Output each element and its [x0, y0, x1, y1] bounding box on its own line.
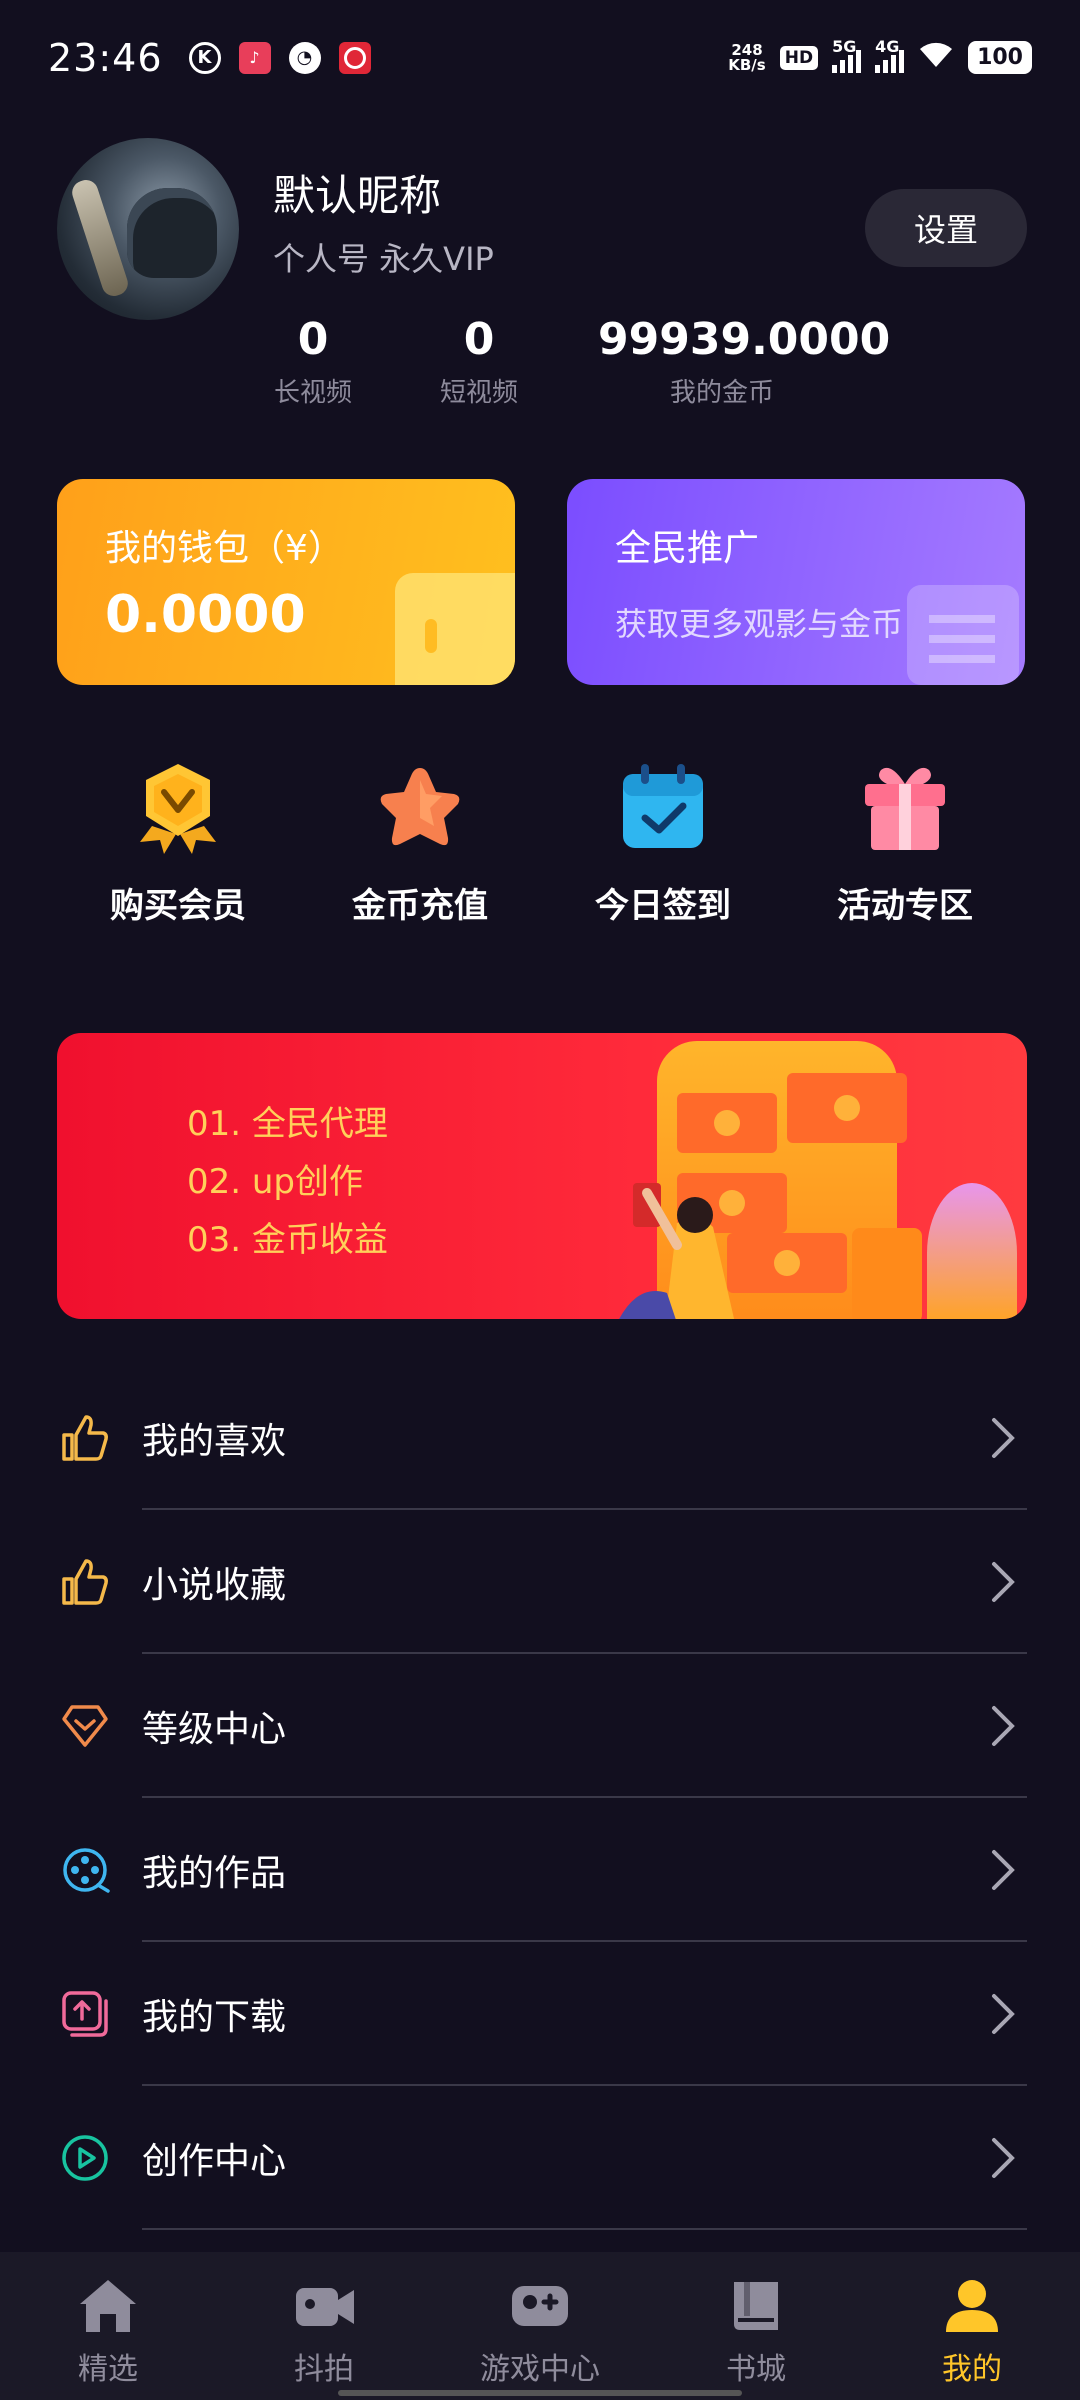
person-illustration: [619, 1183, 735, 1319]
speedometer-app-icon: ◔: [288, 41, 321, 74]
upload-box-icon: [62, 1991, 108, 2037]
hd-voice-icon: HD: [779, 45, 819, 70]
quick-recharge[interactable]: 金币充值: [300, 760, 540, 927]
quick-events[interactable]: 活动专区: [785, 760, 1025, 927]
red-app-icon: [338, 41, 371, 74]
quick-buy-vip[interactable]: 购买会员: [58, 760, 298, 927]
menu-my-downloads[interactable]: 我的下载: [0, 1942, 1080, 2086]
menu-creator-center[interactable]: 创作中心: [0, 2086, 1080, 2230]
quick-events-label: 活动专区: [837, 886, 973, 926]
menu-label: 创作中心: [142, 2141, 287, 2182]
menu-novel-favorites[interactable]: 小说收藏: [0, 1510, 1080, 1654]
nav-label: 精选: [78, 2352, 138, 2387]
quick-recharge-label: 金币充值: [352, 886, 488, 926]
video-camera-icon: [296, 2288, 354, 2326]
thumb-up-icon: [62, 1559, 108, 1605]
quick-checkin-label: 今日签到: [595, 886, 731, 926]
menu-my-likes[interactable]: 我的喜欢: [0, 1366, 1080, 1510]
wallet-icon: [395, 573, 515, 685]
wifi-icon: [918, 39, 954, 77]
chevron-right-icon: [992, 1562, 1015, 1602]
chevron-right-icon: [992, 1418, 1015, 1458]
stat-short-video[interactable]: 0 短视频: [437, 312, 521, 409]
wallet-title: 我的钱包（¥）: [105, 528, 344, 569]
chevron-right-icon: [992, 1994, 1015, 2034]
banner-video-card: [787, 1073, 907, 1143]
nav-game-center[interactable]: 游戏中心: [432, 2252, 648, 2400]
stat-coins[interactable]: 99939.0000 我的金币: [598, 312, 890, 409]
chevron-right-icon: [992, 2138, 1015, 2178]
home-indicator: [338, 2390, 742, 2396]
chevron-right-icon: [992, 1850, 1015, 1890]
status-time: 23:46: [48, 35, 163, 80]
nav-label: 抖拍: [294, 2352, 354, 2387]
plant-illustration: [927, 1183, 1017, 1319]
film-reel-icon: [63, 1848, 110, 1893]
menu-my-works[interactable]: 我的作品: [0, 1798, 1080, 1942]
signal-5g-icon: 5G: [832, 37, 862, 73]
stat-long-video[interactable]: 0 长视频: [273, 312, 353, 409]
menu-label: 我的下载: [142, 1997, 287, 2038]
banner-text: 01. 全民代理 02. up创作 03. 金币收益: [187, 1095, 388, 1269]
wallet-card[interactable]: 我的钱包（¥） 0.0000: [57, 479, 515, 685]
menu-label: 我的喜欢: [142, 1421, 287, 1462]
tiktok-app-icon: ♪: [238, 41, 271, 74]
nav-bookstore[interactable]: 书城: [648, 2252, 864, 2400]
nickname[interactable]: 默认昵称: [273, 162, 441, 223]
status-bar: 23:46 K ♪ ◔ 248 KB/s HD 5G 4G 100: [0, 0, 1080, 115]
signboard-icon: [907, 585, 1019, 685]
nav-label: 我的: [942, 2352, 1002, 2387]
bottom-nav: 精选 抖拍 游戏中心 书城 我的: [0, 2252, 1080, 2400]
diamond-icon: [62, 1705, 108, 1747]
gift-icon: [865, 767, 945, 850]
speaker-illustration: [852, 1228, 922, 1319]
quick-checkin[interactable]: 今日签到: [543, 760, 783, 927]
banner-video-card: [677, 1093, 777, 1153]
menu-label: 等级中心: [142, 1709, 287, 1750]
nav-douyin[interactable]: 抖拍: [216, 2252, 432, 2400]
quick-buy-vip-label: 购买会员: [110, 886, 246, 926]
promo-banner[interactable]: 01. 全民代理 02. up创作 03. 金币收益: [57, 1033, 1027, 1319]
nav-featured[interactable]: 精选: [0, 2252, 216, 2400]
settings-button[interactable]: 设置: [865, 189, 1027, 267]
nav-label: 游戏中心: [480, 2352, 600, 2387]
banner-line: 03. 金币收益: [187, 1220, 388, 1260]
calendar-check-icon: [623, 764, 703, 848]
play-circle-icon: [62, 2135, 108, 2181]
nav-label: 书城: [726, 2352, 786, 2387]
gamepad-icon: [512, 2286, 568, 2326]
account-type: 个人号 永久VIP: [273, 240, 494, 278]
medal-icon: [140, 764, 216, 854]
signal-4g-icon: 4G: [875, 37, 905, 73]
promotion-title: 全民推广: [615, 528, 760, 569]
nav-mine[interactable]: 我的: [864, 2252, 1080, 2400]
avatar[interactable]: [57, 138, 239, 320]
status-indicators: 248 KB/s HD 5G 4G 100: [728, 37, 1032, 77]
book-icon: [734, 2282, 778, 2330]
status-app-icons: K ♪ ◔: [188, 41, 371, 74]
banner-line: 01. 全民代理: [187, 1104, 388, 1144]
star-icon: [380, 768, 460, 846]
kuaishou-app-icon: K: [188, 41, 221, 74]
promotion-card[interactable]: 全民推广 获取更多观影与金币: [567, 479, 1025, 685]
menu-label: 我的作品: [142, 1853, 287, 1894]
menu-level-center[interactable]: 等级中心: [0, 1654, 1080, 1798]
menu-label: 小说收藏: [142, 1565, 287, 1606]
battery-icon: 100: [968, 41, 1032, 74]
home-icon: [80, 2280, 136, 2332]
banner-line: 02. up创作: [187, 1162, 364, 1202]
chevron-right-icon: [992, 1706, 1015, 1746]
thumb-up-icon: [62, 1415, 108, 1461]
user-icon: [946, 2280, 998, 2332]
network-speed: 248 KB/s: [728, 40, 766, 74]
divider: [142, 2228, 1027, 2230]
